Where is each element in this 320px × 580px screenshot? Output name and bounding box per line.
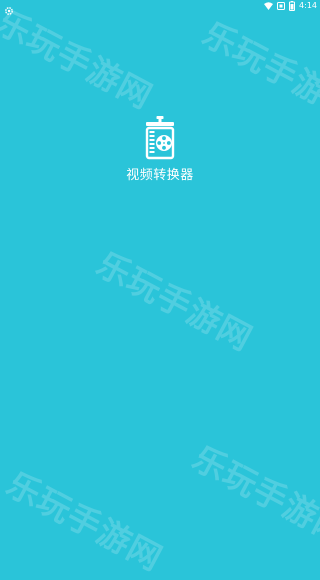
wifi-icon xyxy=(264,2,274,10)
status-time: 4:14 xyxy=(299,1,317,10)
splash-content: 视频转换器 xyxy=(0,116,320,184)
watermark-text: 乐玩手游网 xyxy=(90,244,259,359)
battery-icon xyxy=(289,1,296,11)
video-converter-logo-icon xyxy=(145,116,175,160)
watermark-text: 乐玩手游网 xyxy=(196,14,320,129)
screenshot-icon xyxy=(277,2,286,10)
app-name: 视频转换器 xyxy=(126,168,194,183)
watermark-text: 乐玩手游网 xyxy=(186,438,320,553)
settings-gear-icon xyxy=(4,1,14,15)
status-bar: 4:14 xyxy=(0,0,320,15)
status-icons: 4:14 xyxy=(264,0,317,12)
watermark-text: 乐玩手游网 xyxy=(0,2,159,117)
watermark-text: 乐玩手游网 xyxy=(0,464,169,579)
